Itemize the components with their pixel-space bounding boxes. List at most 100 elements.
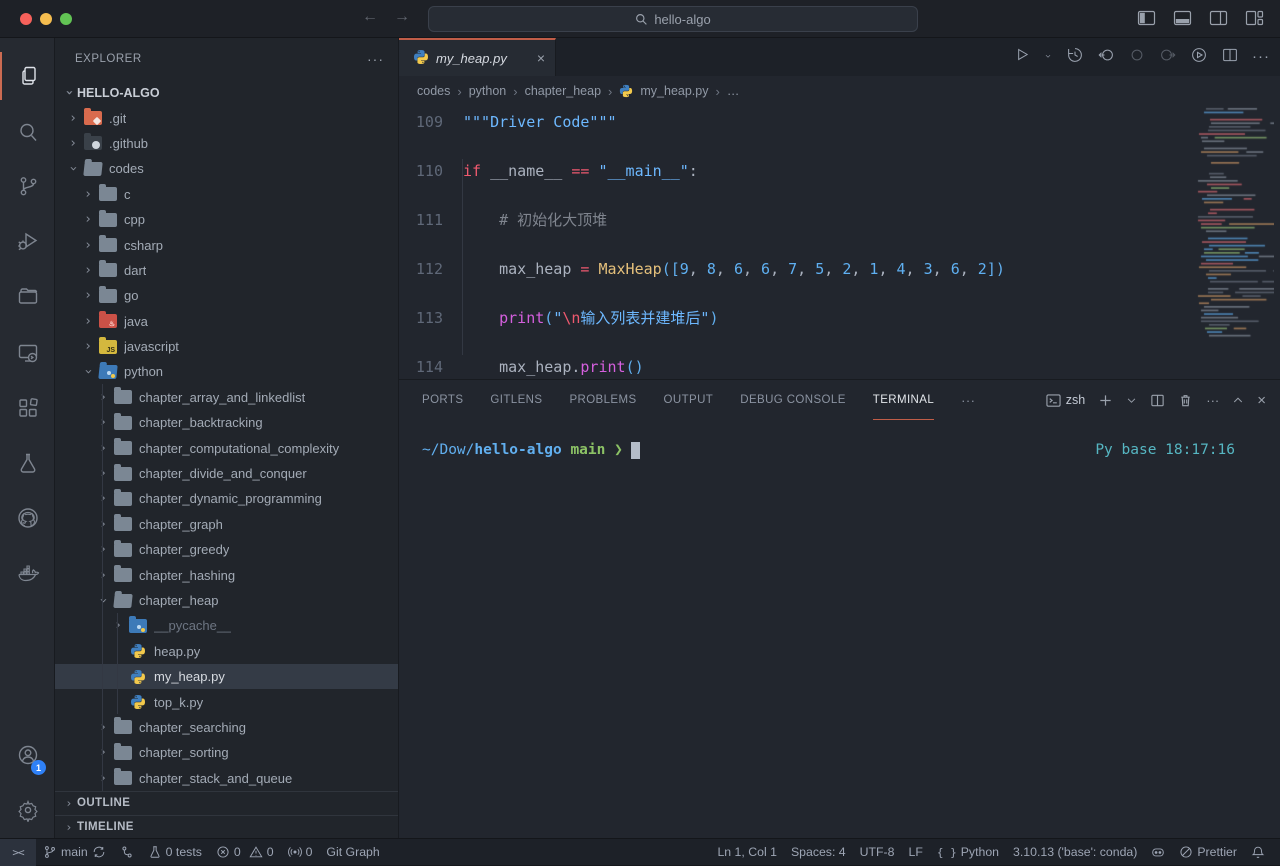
statusbar-git-branch[interactable]: main xyxy=(36,839,113,866)
folder-java[interactable]: ›♨java xyxy=(55,309,398,334)
minimize-window-button[interactable] xyxy=(40,13,52,25)
statusbar-git-graph-label[interactable]: Git Graph xyxy=(319,839,386,866)
maximize-panel-icon[interactable] xyxy=(1232,393,1244,408)
run-dropdown-icon[interactable] xyxy=(1043,48,1053,66)
search-icon[interactable] xyxy=(0,108,55,156)
folder-chapter-computational-complexity[interactable]: ›chapter_computational_complexity xyxy=(55,435,398,460)
folder-chapter-searching[interactable]: ›chapter_searching xyxy=(55,715,398,740)
folder-chapter-hashing[interactable]: ›chapter_hashing xyxy=(55,562,398,587)
statusbar-eol[interactable]: LF xyxy=(901,839,929,866)
code-line-113[interactable]: 113 print("\n输入列表并建堆后") xyxy=(399,306,1280,331)
remote-explorer-icon[interactable] xyxy=(0,329,55,377)
folder-chapter-array-and-linkedlist[interactable]: ›chapter_array_and_linkedlist xyxy=(55,385,398,410)
docker-icon[interactable] xyxy=(0,549,55,597)
folder--github[interactable]: ›.github xyxy=(55,131,398,156)
statusbar-cursor-position[interactable]: Ln 1, Col 1 xyxy=(710,839,783,866)
code-line-111[interactable]: 111 # 初始化大顶堆 xyxy=(399,208,1280,233)
statusbar-notifications[interactable] xyxy=(1244,839,1272,866)
folders-icon[interactable] xyxy=(0,272,55,320)
split-editor-icon[interactable] xyxy=(1221,46,1239,69)
code-line-114[interactable]: 114 max_heap.print() xyxy=(399,355,1280,379)
run-icon[interactable] xyxy=(1013,46,1030,68)
explorer-icon[interactable] xyxy=(0,52,55,100)
folder-csharp[interactable]: ›csharp xyxy=(55,232,398,257)
statusbar-ports[interactable]: 0 xyxy=(281,839,320,866)
terminal-instance[interactable]: zsh xyxy=(1046,393,1085,408)
section-timeline[interactable]: ›TIMELINE xyxy=(55,815,398,838)
statusbar-encoding[interactable]: UTF-8 xyxy=(853,839,902,866)
nav-back-icon[interactable]: ← xyxy=(362,8,378,26)
kill-terminal-icon[interactable] xyxy=(1178,393,1193,408)
code-line-112[interactable]: 112 max_heap = MaxHeap([9, 8, 6, 6, 7, 5… xyxy=(399,257,1280,282)
explorer-more-actions-icon[interactable]: ··· xyxy=(367,51,384,67)
folder-javascript[interactable]: ›JSjavascript xyxy=(55,334,398,359)
terminal-content[interactable]: ~/Dow/hello-algo main ❯ Py base 18:17:16 xyxy=(422,442,1235,459)
extensions-icon[interactable] xyxy=(0,384,55,432)
panel-tab-gitlens[interactable]: GITLENS xyxy=(490,380,542,420)
layout-sidebar-right-icon[interactable] xyxy=(1209,9,1228,28)
minimap[interactable] xyxy=(1196,106,1274,341)
panel-tab-terminal[interactable]: TERMINAL xyxy=(873,380,934,420)
panel-more-icon[interactable]: ··· xyxy=(1206,393,1219,408)
more-actions-icon[interactable]: ··· xyxy=(1252,48,1270,66)
nav-back-circle-icon[interactable] xyxy=(1097,46,1115,69)
folder-chapter-divide-and-conquer[interactable]: ›chapter_divide_and_conquer xyxy=(55,461,398,486)
breadcrumb-item[interactable]: my_heap.py xyxy=(640,84,708,98)
nav-forward-circle-icon[interactable] xyxy=(1159,46,1177,69)
folder--pycache-[interactable]: ›__pycache__ xyxy=(55,613,398,638)
breadcrumb-item[interactable]: python xyxy=(469,84,507,98)
close-panel-icon[interactable]: × xyxy=(1257,392,1266,409)
testing-icon[interactable] xyxy=(0,439,55,487)
panel-tab-problems[interactable]: PROBLEMS xyxy=(569,380,636,420)
breadcrumb-item[interactable]: chapter_heap xyxy=(525,84,601,98)
close-window-button[interactable] xyxy=(20,13,32,25)
folder-chapter-heap[interactable]: ›chapter_heap xyxy=(55,588,398,613)
nav-circle-icon[interactable] xyxy=(1128,46,1146,69)
breadcrumb-item[interactable]: … xyxy=(727,84,740,98)
source-control-icon[interactable] xyxy=(0,162,55,210)
code-line-110[interactable]: 110if __name__ == "__main__": xyxy=(399,159,1280,184)
statusbar-problems[interactable]: 00 xyxy=(209,839,281,866)
command-center-search[interactable]: hello-algo xyxy=(428,6,918,32)
nav-forward-icon[interactable]: → xyxy=(394,8,410,26)
tab-close-icon[interactable]: × xyxy=(537,50,545,66)
panel-tab-output[interactable]: OUTPUT xyxy=(664,380,714,420)
settings-icon[interactable] xyxy=(0,786,55,834)
panel-tab-ports[interactable]: PORTS xyxy=(422,380,463,420)
tab-my-heap[interactable]: my_heap.py × xyxy=(399,38,556,76)
folder-chapter-sorting[interactable]: ›chapter_sorting xyxy=(55,740,398,765)
panel-tab-debug-console[interactable]: DEBUG CONSOLE xyxy=(740,380,846,420)
code-editor[interactable]: 109"""Driver Code""" 110if __name__ == "_… xyxy=(399,106,1280,379)
layout-sidebar-left-icon[interactable] xyxy=(1137,9,1156,28)
statusbar-language-mode[interactable]: { }Python xyxy=(930,839,1006,866)
statusbar-copilot[interactable] xyxy=(1144,839,1172,866)
breadcrumb-item[interactable]: codes xyxy=(417,84,450,98)
layout-panel-icon[interactable] xyxy=(1173,9,1192,28)
folder-c[interactable]: ›c xyxy=(55,182,398,207)
file-my-heap-py[interactable]: my_heap.py xyxy=(55,664,398,689)
run-circle-icon[interactable] xyxy=(1190,46,1208,69)
folder-go[interactable]: ›go xyxy=(55,283,398,308)
code-line-109[interactable]: 109"""Driver Code""" xyxy=(399,110,1280,135)
folder-chapter-backtracking[interactable]: ›chapter_backtracking xyxy=(55,410,398,435)
timeline-history-icon[interactable] xyxy=(1066,46,1084,69)
layout-customize-icon[interactable] xyxy=(1245,9,1264,28)
section-outline[interactable]: ›OUTLINE xyxy=(55,791,398,815)
zoom-window-button[interactable] xyxy=(60,13,72,25)
run-and-debug-icon[interactable] xyxy=(0,217,55,265)
folder-chapter-greedy[interactable]: ›chapter_greedy xyxy=(55,537,398,562)
statusbar-tests[interactable]: 0 tests xyxy=(141,839,209,866)
accounts-icon[interactable]: 1 xyxy=(0,731,55,779)
statusbar-git-graph-button[interactable] xyxy=(113,839,141,866)
folder-chapter-dynamic-programming[interactable]: ›chapter_dynamic_programming xyxy=(55,486,398,511)
statusbar-indentation[interactable]: Spaces: 4 xyxy=(784,839,853,866)
folder-dart[interactable]: ›dart xyxy=(55,258,398,283)
statusbar-prettier[interactable]: Prettier xyxy=(1172,839,1244,866)
launch-profile-icon[interactable] xyxy=(1126,393,1137,408)
folder-codes[interactable]: ›codes xyxy=(55,156,398,181)
folder-cpp[interactable]: ›cpp xyxy=(55,207,398,232)
new-terminal-icon[interactable] xyxy=(1098,393,1113,408)
split-terminal-icon[interactable] xyxy=(1150,393,1165,408)
file-top-k-py[interactable]: top_k.py xyxy=(55,689,398,714)
folder--git[interactable]: ›.git xyxy=(55,105,398,130)
